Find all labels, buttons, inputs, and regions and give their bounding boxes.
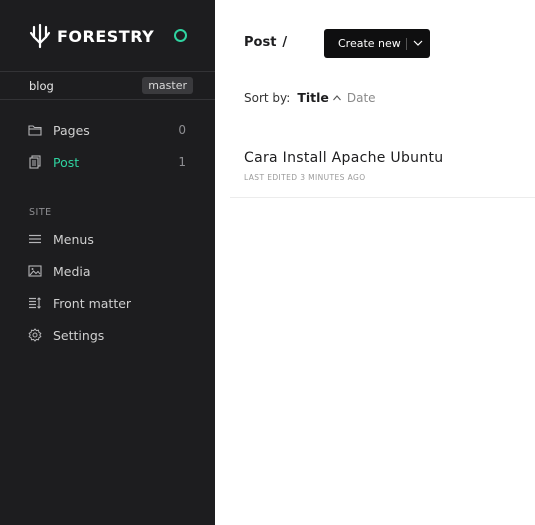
sidebar-item-label: Post	[53, 154, 80, 170]
breadcrumb-separator: /	[282, 35, 288, 50]
sidebar-item-label: Front matter	[53, 295, 132, 311]
sidebar-item-menus[interactable]: Menus	[0, 225, 215, 253]
brand-name: FORESTRY	[57, 26, 155, 46]
post-last-edited: LAST EDITED 3 MINUTES AGO	[244, 173, 366, 182]
main-content: Post / Create new Sort by: Title Date Car…	[215, 0, 535, 525]
sort-label: Sort by:	[244, 90, 291, 105]
sidebar: FORESTRY blog master Pages 0 Post 1 SITE	[0, 0, 215, 525]
create-new-label: Create new	[338, 37, 401, 50]
breadcrumb: Post /	[244, 35, 287, 50]
documents-icon	[29, 155, 41, 169]
button-divider	[406, 38, 407, 50]
branch-badge[interactable]: master	[142, 77, 193, 94]
list-item[interactable]: Cara Install Apache Ubuntu LAST EDITED 3…	[230, 140, 535, 198]
chevron-up-icon[interactable]	[332, 93, 342, 103]
sidebar-item-post[interactable]: Post 1	[0, 148, 215, 176]
item-count: 1	[178, 155, 186, 169]
sidebar-item-media[interactable]: Media	[0, 257, 215, 285]
site-name: blog	[29, 79, 54, 93]
sort-option-title[interactable]: Title	[297, 90, 329, 105]
forestry-logo-icon	[29, 23, 51, 49]
create-new-button[interactable]: Create new	[324, 29, 430, 58]
sidebar-item-label: Menus	[53, 231, 94, 247]
sync-status-icon[interactable]	[174, 29, 187, 42]
breadcrumb-section[interactable]: Post	[244, 35, 276, 50]
gear-icon	[28, 328, 42, 342]
chevron-down-icon[interactable]	[412, 37, 424, 49]
sort-control: Sort by: Title Date	[244, 90, 376, 105]
sort-option-date[interactable]: Date	[347, 91, 376, 105]
item-count: 0	[178, 123, 186, 137]
sidebar-item-settings[interactable]: Settings	[0, 321, 215, 349]
sidebar-item-front-matter[interactable]: Front matter	[0, 289, 215, 317]
front-matter-icon	[29, 297, 41, 309]
sidebar-item-label: Pages	[53, 122, 90, 138]
image-icon	[28, 265, 42, 277]
folder-icon	[28, 125, 42, 136]
sidebar-item-pages[interactable]: Pages 0	[0, 116, 215, 144]
site-switcher[interactable]: blog master	[0, 71, 215, 100]
site-section-label: SITE	[29, 207, 52, 218]
sidebar-item-label: Settings	[53, 327, 105, 343]
menu-icon	[29, 234, 41, 244]
post-title[interactable]: Cara Install Apache Ubuntu	[244, 150, 443, 166]
sidebar-item-label: Media	[53, 263, 91, 279]
brand-logo[interactable]: FORESTRY	[29, 23, 154, 49]
